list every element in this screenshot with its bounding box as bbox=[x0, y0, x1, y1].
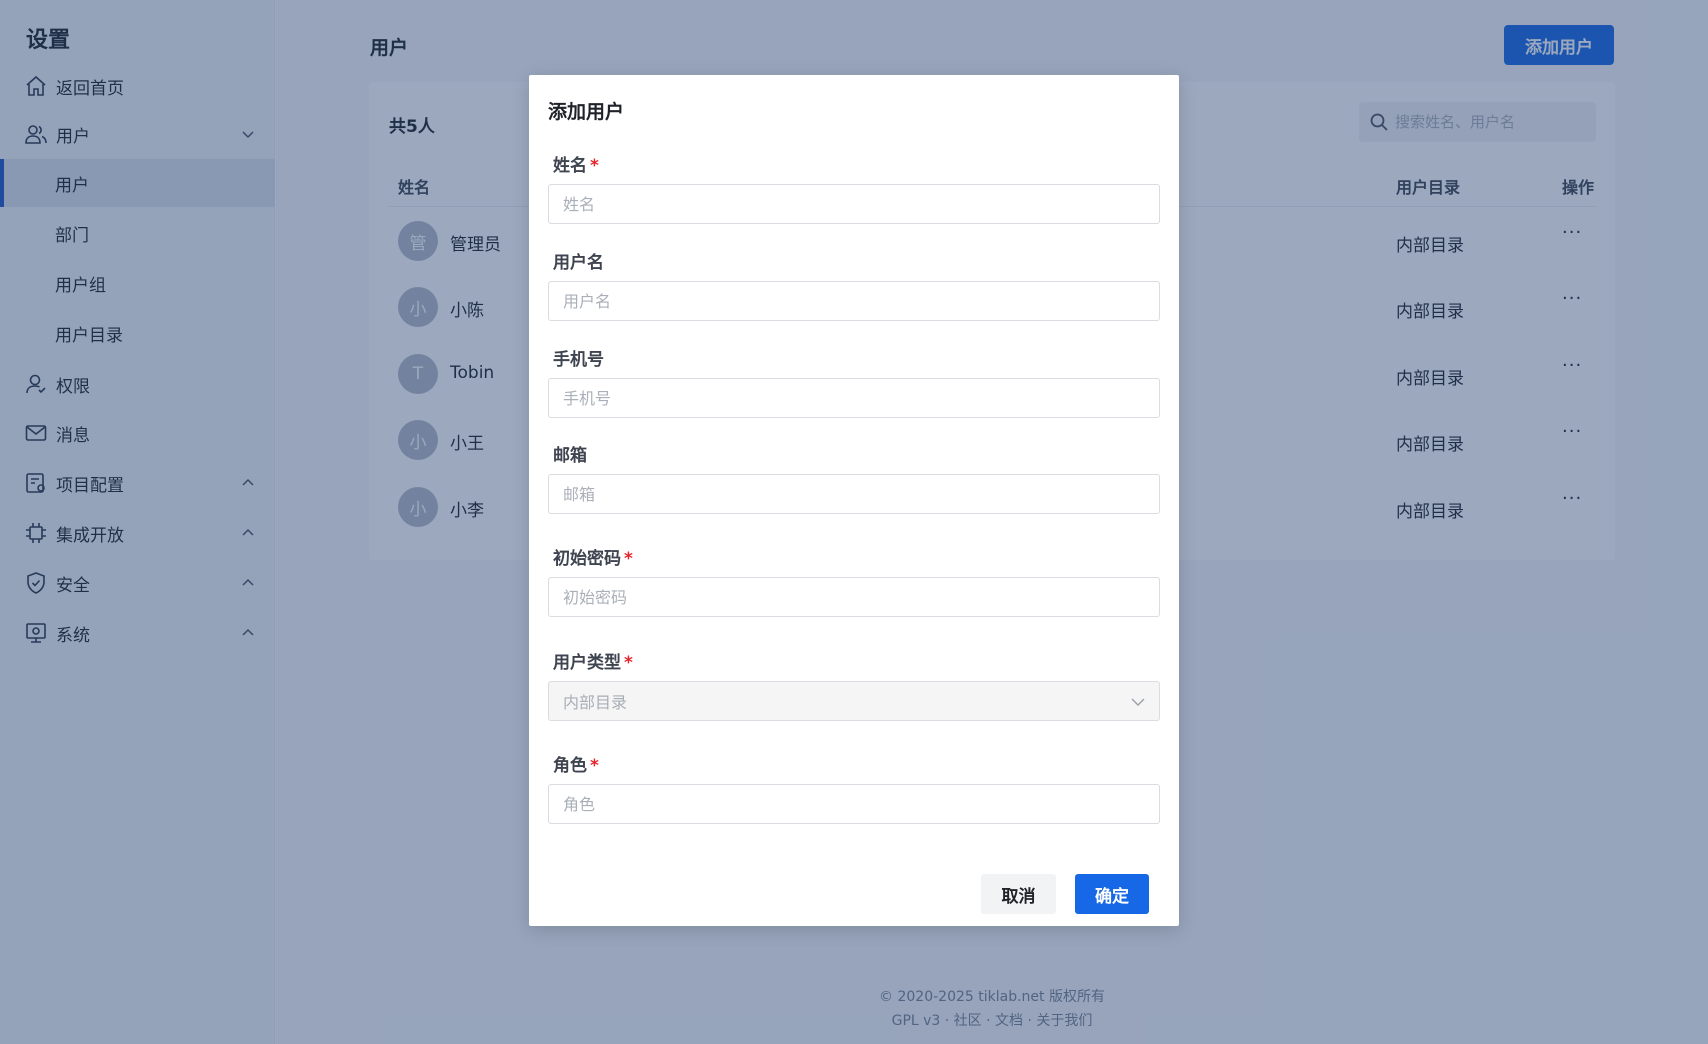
password-label-text: 初始密码 bbox=[553, 549, 621, 569]
name-label: 姓名 * bbox=[553, 151, 599, 176]
required-mark: * bbox=[624, 549, 633, 569]
user-type-label: 用户类型 * bbox=[553, 648, 633, 673]
confirm-button[interactable]: 确定 bbox=[1075, 874, 1149, 914]
cancel-button[interactable]: 取消 bbox=[981, 874, 1056, 914]
modal-title: 添加用户 bbox=[548, 101, 625, 123]
username-label: 用户名 bbox=[553, 248, 604, 273]
phone-input[interactable] bbox=[548, 378, 1160, 418]
role-input[interactable] bbox=[548, 784, 1160, 824]
role-label-text: 角色 bbox=[553, 756, 587, 776]
app-root: 设置 返回首页 用户 用户 部门 用户组 用户目录 权限 消息 项目配置 集成开… bbox=[0, 0, 1708, 1044]
email-label: 邮箱 bbox=[553, 441, 587, 466]
required-mark: * bbox=[624, 653, 633, 673]
required-mark: * bbox=[590, 156, 599, 176]
add-user-modal: 添加用户 姓名* 用户名 手机号 邮箱 初始密码* 用户类型* 内部目录 角 bbox=[529, 75, 1179, 926]
name-input[interactable] bbox=[548, 184, 1160, 224]
username-input[interactable] bbox=[548, 281, 1160, 321]
phone-label: 手机号 bbox=[553, 345, 604, 370]
user-type-value: 内部目录 bbox=[563, 693, 628, 712]
password-label: 初始密码 * bbox=[553, 544, 633, 569]
name-label-text: 姓名 bbox=[553, 156, 587, 176]
user-type-label-text: 用户类型 bbox=[553, 653, 621, 673]
username-label-text: 用户名 bbox=[553, 253, 604, 273]
password-input[interactable] bbox=[548, 577, 1160, 617]
required-mark: * bbox=[590, 756, 599, 776]
phone-label-text: 手机号 bbox=[553, 350, 604, 370]
email-input[interactable] bbox=[548, 474, 1160, 514]
user-type-select[interactable]: 内部目录 bbox=[548, 681, 1160, 721]
role-label: 角色 * bbox=[553, 751, 599, 776]
email-label-text: 邮箱 bbox=[553, 446, 587, 466]
chevron-down-icon bbox=[1131, 698, 1145, 706]
